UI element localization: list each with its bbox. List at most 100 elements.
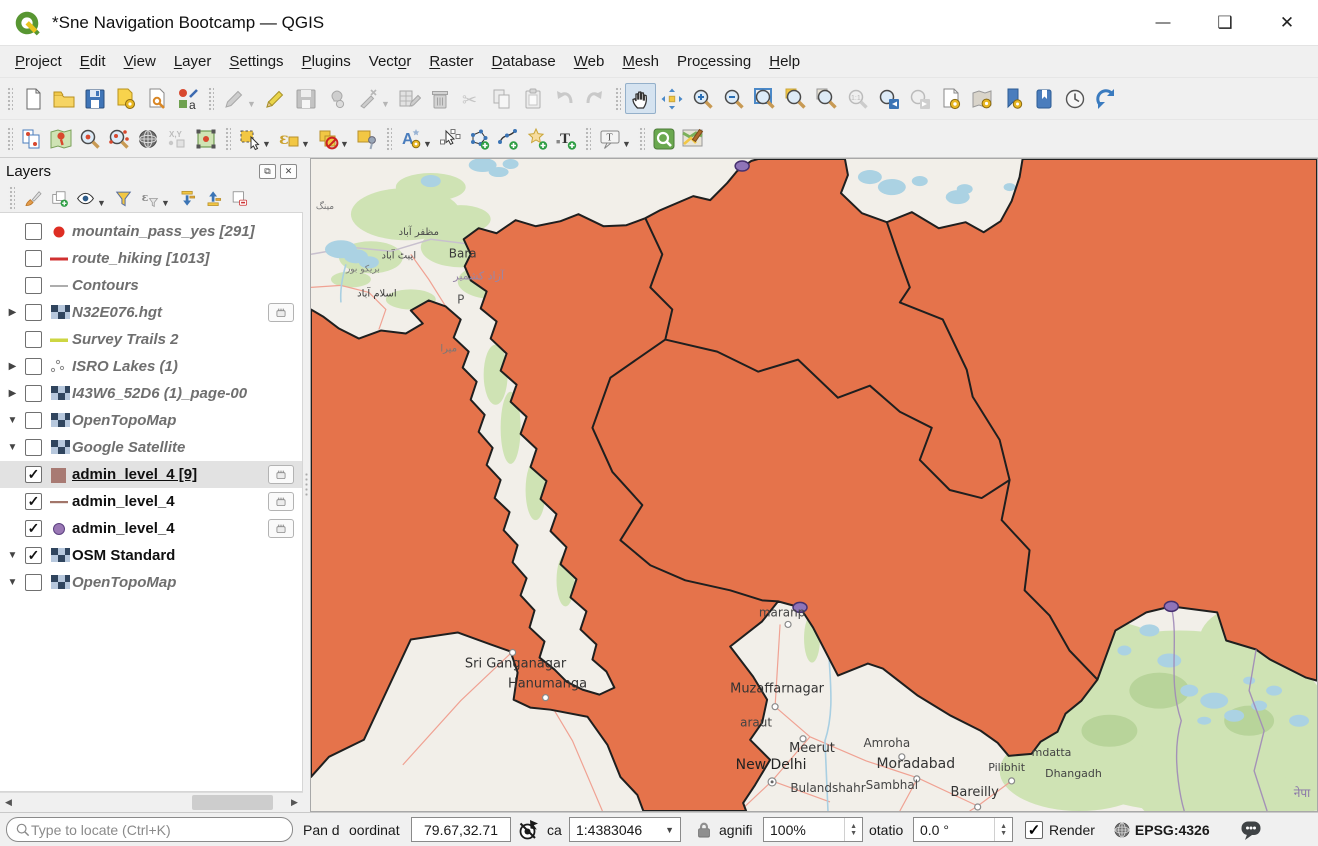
extents-toggle-icon[interactable] bbox=[515, 818, 543, 842]
layer-expanded-arrow-icon[interactable]: ▼ bbox=[4, 415, 21, 426]
toolbar-handle[interactable] bbox=[6, 125, 13, 152]
select-by-expression-button[interactable] bbox=[274, 124, 303, 153]
zoom-next-button[interactable] bbox=[904, 83, 935, 114]
menu-project[interactable]: Project bbox=[6, 49, 71, 74]
delete-selected-button[interactable] bbox=[424, 83, 455, 114]
redo-button[interactable] bbox=[579, 83, 610, 114]
layer-item[interactable]: Contours bbox=[0, 272, 302, 299]
layer-item[interactable]: mountain_pass_yes [291] bbox=[0, 218, 302, 245]
layer-item[interactable]: ✓ admin_level_4 bbox=[0, 488, 302, 515]
style-manager-button[interactable] bbox=[172, 83, 203, 114]
scroll-right-icon[interactable]: ▶ bbox=[286, 794, 303, 811]
map-tips-button[interactable] bbox=[595, 124, 624, 153]
memory-layer-indicator-icon[interactable] bbox=[268, 303, 294, 322]
add-line-annotation-button[interactable] bbox=[493, 124, 522, 153]
vertex-tool-button[interactable] bbox=[352, 83, 383, 114]
memory-layer-indicator-icon[interactable] bbox=[268, 465, 294, 484]
add-text-annotation-button[interactable] bbox=[551, 124, 580, 153]
magnifier-spinbox[interactable]: 100% ▲ ▼ bbox=[763, 817, 863, 842]
coordinate-capture-button[interactable] bbox=[162, 124, 191, 153]
layer-visibility-checkbox[interactable] bbox=[25, 385, 42, 402]
zoom-to-point-button[interactable] bbox=[75, 124, 104, 153]
layer-visibility-checkbox[interactable]: ✓ bbox=[25, 493, 42, 510]
save-project-button[interactable] bbox=[79, 83, 110, 114]
toolbar-handle[interactable] bbox=[584, 125, 591, 152]
render-checkbox[interactable]: ✓ bbox=[1025, 820, 1043, 839]
zoom-to-selection-button[interactable] bbox=[780, 83, 811, 114]
copy-features-button[interactable] bbox=[486, 83, 517, 114]
new-map-view-button[interactable] bbox=[191, 124, 220, 153]
globe-crs-icon[interactable] bbox=[1109, 820, 1135, 840]
toggle-editing-button[interactable] bbox=[259, 83, 290, 114]
menu-web[interactable]: Web bbox=[565, 49, 614, 74]
select-by-location-button[interactable] bbox=[352, 124, 381, 153]
panel-close-icon[interactable]: ✕ bbox=[280, 163, 297, 179]
temporal-controller-button[interactable] bbox=[1059, 83, 1090, 114]
undo-button[interactable] bbox=[548, 83, 579, 114]
layer-labeling-button[interactable] bbox=[396, 124, 425, 153]
maximize-button[interactable]: ❑ bbox=[1194, 0, 1256, 45]
paste-features-button[interactable] bbox=[517, 83, 548, 114]
layer-item[interactable]: ▶ I43W6_52D6 (1)_page-00 bbox=[0, 380, 302, 407]
manage-visibility-dropdown-icon[interactable]: ▼ bbox=[97, 198, 107, 208]
toolbar-handle[interactable] bbox=[8, 185, 15, 211]
layer-visibility-checkbox[interactable] bbox=[25, 358, 42, 375]
expand-all-button[interactable] bbox=[175, 186, 199, 210]
collapse-all-button[interactable] bbox=[201, 186, 225, 210]
layers-horizontal-scrollbar[interactable]: ◀ ▶ bbox=[0, 792, 303, 812]
move-label-button[interactable] bbox=[435, 124, 464, 153]
toolbar-handle[interactable] bbox=[385, 125, 392, 152]
new-spatial-bookmark-button[interactable] bbox=[997, 83, 1028, 114]
toolbar-handle[interactable] bbox=[614, 85, 621, 112]
layer-visibility-checkbox[interactable] bbox=[25, 304, 42, 321]
map-pin-tool-button[interactable] bbox=[46, 124, 75, 153]
messages-balloon-icon[interactable] bbox=[1236, 818, 1266, 842]
layer-visibility-checkbox[interactable]: ✓ bbox=[25, 520, 42, 537]
spinner-arrows-icon[interactable]: ▲ ▼ bbox=[844, 818, 862, 841]
layer-expanded-arrow-icon[interactable]: ▼ bbox=[4, 550, 21, 561]
current-edits-button[interactable] bbox=[218, 83, 249, 114]
layer-item[interactable]: ▶ N32E076.hgt bbox=[0, 299, 302, 326]
refresh-map-button[interactable] bbox=[1090, 83, 1121, 114]
layer-item[interactable]: route_hiking [1013] bbox=[0, 245, 302, 272]
menu-processing[interactable]: Processing bbox=[668, 49, 760, 74]
scale-combo[interactable]: 1:4383046 ▼ bbox=[569, 817, 681, 842]
menu-edit[interactable]: Edit bbox=[71, 49, 115, 74]
panel-splitter[interactable] bbox=[303, 158, 310, 812]
new-project-button[interactable] bbox=[17, 83, 48, 114]
layer-visibility-checkbox[interactable] bbox=[25, 223, 42, 240]
layer-item[interactable]: ▼ OpenTopoMap bbox=[0, 569, 302, 596]
rotation-spinbox[interactable]: 0.0 ° ▲ ▼ bbox=[913, 817, 1013, 842]
locator-input[interactable] bbox=[31, 821, 284, 838]
pan-map-button[interactable] bbox=[625, 83, 656, 114]
layer-expanded-arrow-icon[interactable]: ▼ bbox=[4, 577, 21, 588]
open-layer-styling-button[interactable] bbox=[21, 186, 45, 210]
toolbar-handle[interactable] bbox=[6, 85, 13, 112]
filter-legend-button[interactable] bbox=[111, 186, 135, 210]
manage-visibility-button[interactable] bbox=[73, 186, 97, 210]
menu-raster[interactable]: Raster bbox=[420, 49, 482, 74]
layer-item[interactable]: ✓ admin_level_4 bbox=[0, 515, 302, 542]
menu-mesh[interactable]: Mesh bbox=[613, 49, 668, 74]
add-polygon-annotation-button[interactable] bbox=[464, 124, 493, 153]
show-bookmarks-button[interactable] bbox=[966, 83, 997, 114]
menu-database[interactable]: Database bbox=[483, 49, 565, 74]
osm-place-search-button[interactable] bbox=[649, 124, 678, 153]
layer-collapsed-arrow-icon[interactable]: ▶ bbox=[4, 361, 21, 372]
new-bookmark-button[interactable] bbox=[935, 83, 966, 114]
layer-visibility-checkbox[interactable] bbox=[25, 574, 42, 591]
filter-by-expression-button[interactable] bbox=[137, 186, 161, 210]
save-layer-edits-button[interactable] bbox=[290, 83, 321, 114]
layer-item[interactable]: Survey Trails 2 bbox=[0, 326, 302, 353]
layer-visibility-checkbox[interactable] bbox=[25, 412, 42, 429]
layer-item[interactable]: ▼ Google Satellite bbox=[0, 434, 302, 461]
layer-collapsed-arrow-icon[interactable]: ▶ bbox=[4, 307, 21, 318]
layer-visibility-checkbox[interactable] bbox=[25, 331, 42, 348]
crs-status[interactable]: EPSG:4326 bbox=[1135, 822, 1210, 838]
web-globe-button[interactable] bbox=[133, 124, 162, 153]
locator-box[interactable] bbox=[6, 817, 293, 842]
save-project-as-button[interactable] bbox=[110, 83, 141, 114]
identify-features-button[interactable] bbox=[17, 124, 46, 153]
layer-visibility-checkbox[interactable]: ✓ bbox=[25, 466, 42, 483]
layer-item[interactable]: ▼ ✓ OSM Standard bbox=[0, 542, 302, 569]
